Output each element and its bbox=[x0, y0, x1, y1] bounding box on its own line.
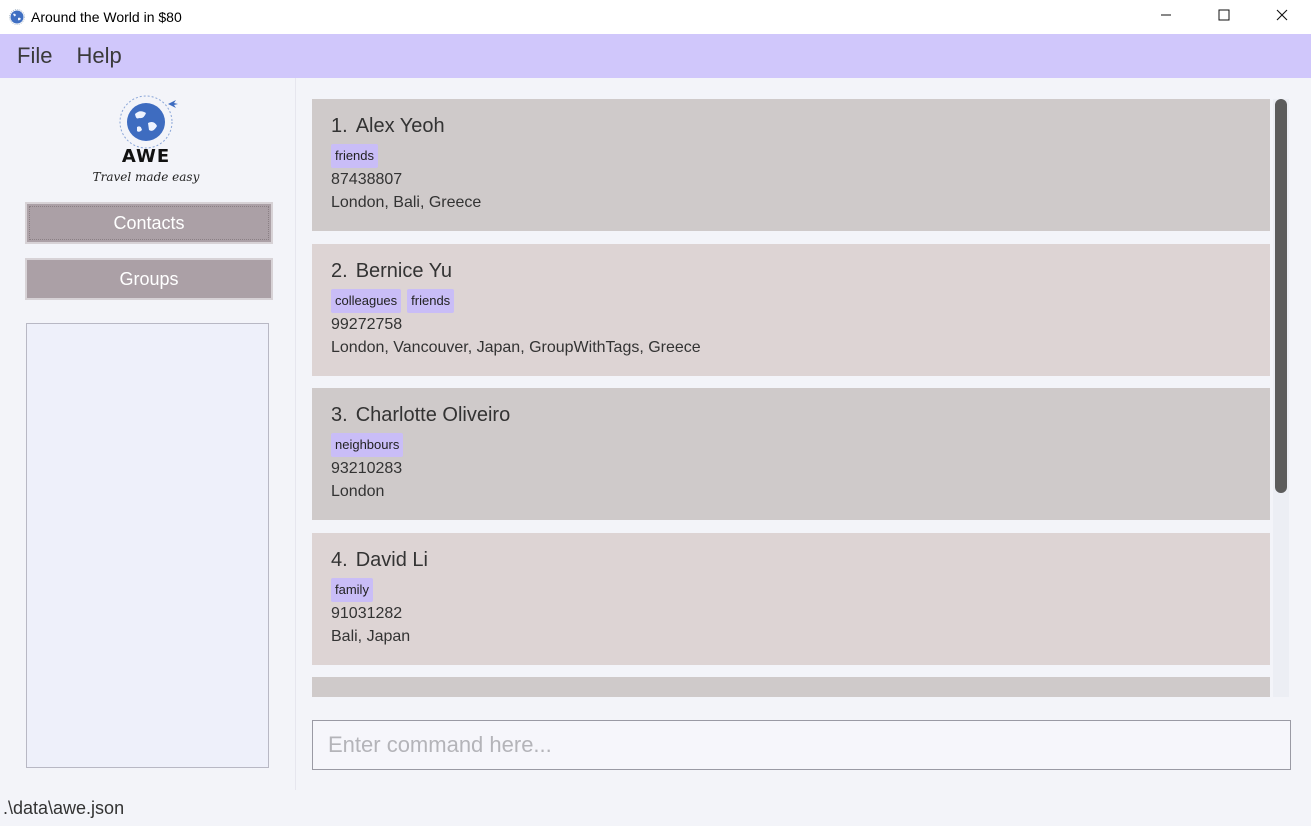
group-list-panel bbox=[26, 323, 269, 768]
contact-groups: London, Vancouver, Japan, GroupWithTags,… bbox=[331, 339, 701, 356]
contact-card-partial[interactable] bbox=[312, 677, 1270, 697]
contact-tags: family bbox=[331, 578, 1251, 602]
sidebar: AWE Travel made easy Contacts Groups bbox=[0, 78, 296, 790]
status-bar: .\data\awe.json bbox=[0, 790, 1311, 826]
maximize-icon bbox=[1218, 9, 1230, 21]
tag: family bbox=[331, 578, 373, 602]
contact-tags: neighbours bbox=[331, 433, 1251, 457]
scrollbar-thumb[interactable] bbox=[1275, 99, 1287, 493]
contact-phone: 93210283 bbox=[331, 460, 403, 477]
contact-tags: colleagues friends bbox=[331, 289, 1251, 313]
tag: friends bbox=[407, 289, 455, 313]
tag: friends bbox=[331, 144, 379, 168]
contact-name: David Li bbox=[355, 549, 428, 571]
groups-button[interactable]: Groups bbox=[25, 258, 273, 300]
minimize-button[interactable] bbox=[1137, 0, 1195, 30]
maximize-button[interactable] bbox=[1195, 0, 1253, 30]
contact-card[interactable]: 4. David Li family 91031282 Bali, Japan bbox=[312, 533, 1270, 665]
close-button[interactable] bbox=[1253, 0, 1311, 30]
command-box[interactable] bbox=[312, 720, 1291, 770]
window-title: Around the World in $80 bbox=[31, 9, 182, 25]
data-file-path: .\data\awe.json bbox=[3, 797, 125, 818]
command-input[interactable] bbox=[328, 732, 1290, 758]
globe-icon bbox=[9, 9, 25, 25]
contact-name: Charlotte Oliveiro bbox=[355, 404, 511, 426]
title-bar: Around the World in $80 bbox=[0, 0, 1311, 34]
contact-index: 1. bbox=[331, 115, 348, 137]
contact-groups: Bali, Japan bbox=[331, 628, 411, 645]
tag: neighbours bbox=[331, 433, 404, 457]
contact-card[interactable]: 1. Alex Yeoh friends 87438807 London, Bal… bbox=[312, 99, 1270, 231]
contacts-button[interactable]: Contacts bbox=[25, 202, 273, 244]
contact-name: Alex Yeoh bbox=[355, 115, 445, 137]
close-icon bbox=[1276, 9, 1288, 21]
main-panel: 1. Alex Yeoh friends 87438807 London, Bal… bbox=[297, 78, 1311, 790]
contact-groups: London bbox=[331, 483, 385, 500]
contact-groups: London, Bali, Greece bbox=[331, 194, 482, 211]
minimize-icon bbox=[1161, 14, 1171, 16]
logo-title: AWE bbox=[122, 146, 170, 167]
contact-tags: friends bbox=[331, 144, 1251, 168]
tag: colleagues bbox=[331, 289, 402, 313]
menu-help[interactable]: Help bbox=[76, 43, 121, 69]
contact-phone: 99272758 bbox=[331, 316, 403, 333]
contact-index: 4. bbox=[331, 549, 348, 571]
app-logo: AWE Travel made easy bbox=[93, 95, 200, 184]
logo-tagline: Travel made easy bbox=[93, 170, 200, 184]
scrollbar[interactable] bbox=[1273, 99, 1289, 697]
contact-phone: 91031282 bbox=[331, 605, 403, 622]
contact-index: 2. bbox=[331, 260, 348, 282]
menu-file[interactable]: File bbox=[17, 43, 52, 69]
menu-bar: File Help bbox=[0, 34, 1311, 78]
contact-index: 3. bbox=[331, 404, 348, 426]
contact-card[interactable]: 3. Charlotte Oliveiro neighbours 93210283… bbox=[312, 388, 1270, 520]
contact-phone: 87438807 bbox=[331, 171, 403, 188]
contact-list[interactable]: 1. Alex Yeoh friends 87438807 London, Bal… bbox=[312, 99, 1270, 697]
contact-name: Bernice Yu bbox=[355, 260, 453, 282]
contact-card[interactable]: 2. Bernice Yu colleagues friends 99272758… bbox=[312, 244, 1270, 376]
